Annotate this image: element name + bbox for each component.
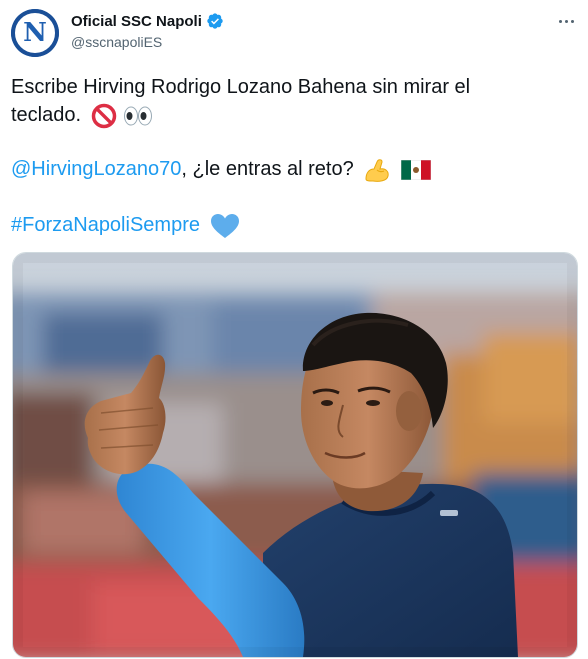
mexico-flag-icon xyxy=(400,159,431,180)
tweet-text-line: #ForzaNapoliSempre xyxy=(11,211,571,239)
display-name-text: Oficial SSC Napoli xyxy=(71,12,202,30)
user-handle[interactable]: @sscnapoliES xyxy=(71,34,162,50)
more-options-button[interactable] xyxy=(553,12,579,30)
more-icon-dot xyxy=(564,19,568,23)
tweet-text-line: Escribe Hirving Rodrigo Lozano Bahena si… xyxy=(11,76,471,98)
more-icon xyxy=(558,19,562,23)
tweet-media-photo[interactable] xyxy=(12,252,578,658)
blue-heart-icon xyxy=(210,213,239,238)
tweet-card[interactable]: N Oficial SSC Napoli @sscnapoliES Escrib… xyxy=(0,0,588,659)
more-icon-dot xyxy=(570,19,574,23)
avatar-letter: N xyxy=(23,18,47,48)
avatar[interactable]: N xyxy=(11,9,59,57)
tweet-text-line: @HirvingLozano70, ¿le entras al reto? xyxy=(11,155,571,183)
napoli-logo-icon: N xyxy=(15,13,55,53)
flexed-biceps-icon xyxy=(365,158,389,182)
no-entry-sign-icon xyxy=(91,103,116,128)
photo-player-thumbs-up xyxy=(13,253,577,657)
eyes-icon xyxy=(124,106,153,126)
verified-badge-icon xyxy=(207,13,223,29)
display-name[interactable]: Oficial SSC Napoli xyxy=(71,12,224,30)
mention-link[interactable]: @HirvingLozano70 xyxy=(11,158,181,180)
hashtag-link[interactable]: #ForzaNapoliSempre xyxy=(11,214,200,236)
tweet-text-line: teclado. xyxy=(11,101,571,129)
tweet-text-segment: , ¿le entras al reto? xyxy=(181,158,354,180)
tweet-text-segment: teclado. xyxy=(11,104,82,126)
